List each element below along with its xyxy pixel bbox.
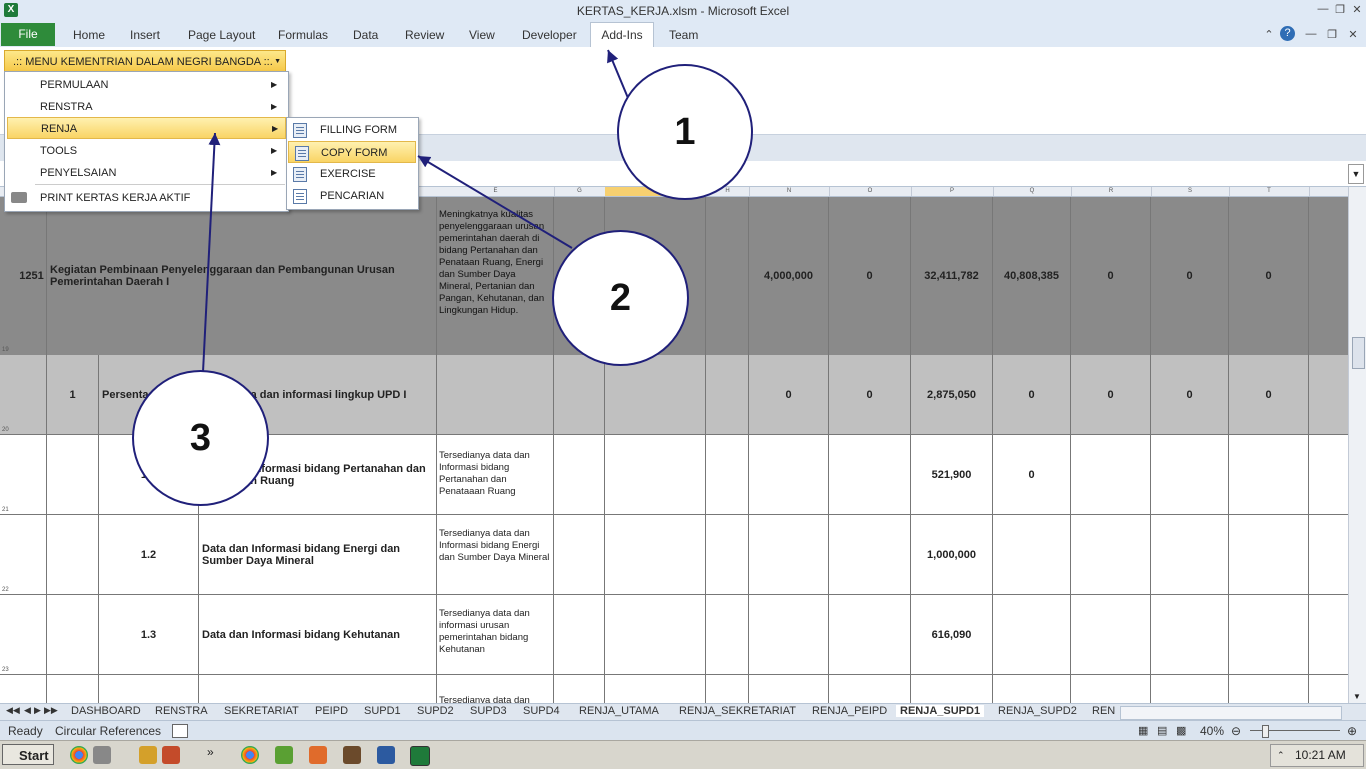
arrow-1 — [607, 49, 629, 99]
arrow-2 — [417, 155, 573, 249]
arrow-3 — [202, 132, 221, 373]
callout-3: 3 — [132, 370, 269, 506]
callout-2: 2 — [552, 230, 689, 366]
callout-1: 1 — [617, 64, 753, 200]
